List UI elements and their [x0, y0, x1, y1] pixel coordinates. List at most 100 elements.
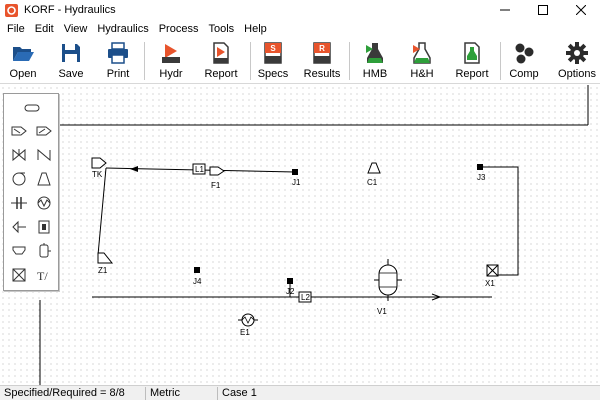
toolbar: Open Save Print Hydr Report S Specs R Re…: [0, 38, 600, 84]
node-label-j2: J2: [286, 287, 295, 296]
hmb-flask-icon: [366, 43, 383, 63]
palette-valve[interactable]: [10, 147, 28, 163]
report-button-process[interactable]: Report: [452, 38, 492, 84]
palette-product[interactable]: [35, 123, 53, 139]
gear-icon: [566, 42, 588, 64]
node-label-x1: X1: [485, 279, 495, 288]
valve-icon: [12, 148, 26, 162]
toolbar-separator: [144, 42, 145, 80]
palette-orifice[interactable]: [10, 195, 28, 211]
status-divider: [217, 387, 218, 400]
node-label-j1: J1: [292, 178, 301, 187]
node-label-e1: E1: [240, 328, 250, 337]
node-label-l1: L1: [195, 165, 204, 174]
print-button[interactable]: Print: [101, 38, 135, 84]
pipe-icon: [24, 104, 40, 112]
minimize-icon: [500, 9, 510, 11]
node-label-j4: J4: [193, 277, 202, 286]
flow-arrow: [130, 166, 138, 172]
title-bar: KORF - Hydraulics: [0, 0, 600, 20]
junction-j1[interactable]: J1: [292, 169, 301, 187]
window-title: KORF - Hydraulics: [24, 4, 116, 16]
heat-exchanger-e1[interactable]: E1: [238, 313, 258, 337]
app-logo-icon: [5, 3, 18, 17]
hydraulics-flag-icon: [162, 44, 180, 63]
menu-tools[interactable]: Tools: [203, 20, 239, 38]
palette-pipe[interactable]: [23, 100, 41, 116]
node-label-v1: V1: [377, 307, 387, 316]
junction-j4[interactable]: J4: [193, 267, 202, 286]
palette-misc[interactable]: [10, 219, 28, 235]
nozzle-icon: [12, 246, 26, 255]
menu-view[interactable]: View: [59, 20, 93, 38]
compressor-icon: [37, 172, 51, 186]
misc-equipment-icon: [12, 220, 26, 234]
pipe-j3-x1[interactable]: [480, 166, 519, 276]
tank-tk[interactable]: TK: [91, 157, 107, 179]
node-label-l2: L2: [301, 293, 310, 302]
menu-edit[interactable]: Edit: [30, 20, 59, 38]
text-tool-glyph: T/: [37, 269, 48, 283]
palette-crossed-box[interactable]: [10, 267, 28, 283]
product-z1[interactable]: Z1: [97, 252, 114, 275]
menu-hydraulics[interactable]: Hydraulics: [92, 20, 153, 38]
minimize-button[interactable]: [486, 0, 524, 20]
crossed-box-icon: [12, 268, 26, 282]
tank-icon: [39, 243, 51, 258]
palette-check-valve[interactable]: [35, 147, 53, 163]
maximize-button[interactable]: [524, 0, 562, 20]
menu-process[interactable]: Process: [154, 20, 204, 38]
junction-j2[interactable]: J2: [286, 278, 295, 296]
status-units: Metric: [150, 387, 180, 399]
report-button-hydraulics[interactable]: Report: [201, 38, 241, 84]
printer-icon: [108, 42, 128, 64]
comp-button[interactable]: Comp: [507, 38, 541, 84]
flow-diagram: TK L1 F1 J1 C1 J3 Z1 J4 J2 L2 V1 X1 E1: [39, 85, 589, 385]
hydr-button[interactable]: Hydr: [154, 38, 188, 84]
menu-bar: File Edit View Hydraulics Process Tools …: [0, 20, 600, 38]
menu-help[interactable]: Help: [239, 20, 272, 38]
feed-icon: [11, 126, 27, 136]
palette-tank[interactable]: [35, 243, 53, 259]
specs-button[interactable]: S Specs: [256, 38, 290, 84]
palette-heat-exchanger[interactable]: [35, 195, 53, 211]
compressor-c1[interactable]: C1: [367, 162, 381, 187]
text-tool-icon: T/: [37, 269, 48, 283]
misc-x1[interactable]: X1: [485, 264, 499, 288]
hmb-button[interactable]: HMB: [358, 38, 392, 84]
specs-badge: S: [270, 44, 276, 53]
pipe-label-l1[interactable]: L1: [192, 163, 206, 175]
report-page-icon: [213, 42, 229, 64]
components-icon: [515, 43, 534, 64]
status-divider: [145, 387, 146, 400]
report-flask-icon: [464, 42, 480, 64]
hh-flask-icon: [413, 42, 431, 64]
palette-vessel[interactable]: [35, 219, 53, 235]
node-label-z1: Z1: [98, 266, 108, 275]
palette-pump[interactable]: [10, 171, 28, 187]
vessel-v1[interactable]: V1: [374, 259, 402, 316]
results-button[interactable]: R Results: [303, 38, 341, 84]
palette-text-tool[interactable]: T/: [35, 267, 53, 283]
menu-file[interactable]: File: [2, 20, 30, 38]
status-bar: Specified/Required = 8/8 Metric Case 1: [0, 385, 600, 400]
hh-button[interactable]: H&H: [405, 38, 439, 84]
close-button[interactable]: [562, 0, 600, 20]
diagram-canvas[interactable]: TK L1 F1 J1 C1 J3 Z1 J4 J2 L2 V1 X1 E1: [0, 85, 600, 385]
node-label-f1: F1: [211, 181, 221, 190]
status-specified: Specified/Required = 8/8: [4, 387, 125, 399]
node-label-tk: TK: [92, 170, 103, 179]
status-case: Case 1: [222, 387, 257, 399]
save-button[interactable]: Save: [54, 38, 88, 84]
maximize-icon: [538, 5, 548, 15]
open-button[interactable]: Open: [6, 38, 40, 84]
palette-nozzle[interactable]: [10, 243, 28, 259]
pipe-tk-z1[interactable]: [97, 167, 107, 256]
toolbar-separator: [250, 42, 251, 80]
node-label-j3: J3: [477, 173, 486, 182]
feed-f1[interactable]: F1: [209, 166, 225, 190]
palette-feed[interactable]: [10, 123, 28, 139]
pipe-label-l2[interactable]: L2: [298, 291, 312, 303]
options-button[interactable]: Options: [557, 38, 597, 84]
palette-compressor[interactable]: [35, 171, 53, 187]
